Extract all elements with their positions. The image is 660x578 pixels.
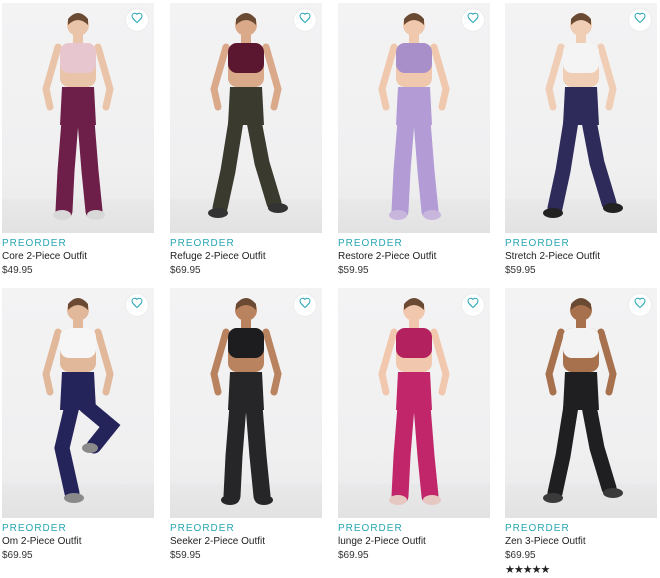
favorite-button[interactable] (126, 9, 148, 31)
product-image[interactable] (338, 288, 490, 518)
favorite-button[interactable] (126, 294, 148, 316)
product-card[interactable]: PREORDER Om 2-Piece Outfit $69.95 (2, 288, 154, 561)
heart-outline-icon (634, 11, 646, 29)
product-card[interactable]: PREORDER Seeker 2-Piece Outfit $59.95 (170, 288, 322, 561)
product-image[interactable] (505, 288, 657, 518)
preorder-label: PREORDER (505, 523, 570, 534)
heart-outline-icon (467, 11, 479, 29)
product-image[interactable] (2, 3, 154, 233)
product-name[interactable]: Refuge 2-Piece Outfit (170, 251, 322, 262)
heart-outline-icon (131, 296, 143, 314)
preorder-label: PREORDER (170, 238, 235, 249)
product-image[interactable] (338, 3, 490, 233)
heart-outline-icon (299, 11, 311, 29)
preorder-label: PREORDER (338, 238, 403, 249)
product-name[interactable]: Restore 2-Piece Outfit (338, 251, 490, 262)
heart-outline-icon (131, 11, 143, 29)
product-name[interactable]: Om 2-Piece Outfit (2, 536, 154, 547)
favorite-button[interactable] (629, 9, 651, 31)
heart-outline-icon (634, 296, 646, 314)
preorder-label: PREORDER (338, 523, 403, 534)
product-price: $59.95 (170, 550, 201, 561)
preorder-label: PREORDER (2, 238, 67, 249)
preorder-label: PREORDER (505, 238, 570, 249)
product-price: $59.95 (505, 265, 536, 276)
product-image[interactable] (170, 3, 322, 233)
product-name[interactable]: Stretch 2-Piece Outfit (505, 251, 657, 262)
product-price: $59.95 (338, 265, 369, 276)
favorite-button[interactable] (629, 294, 651, 316)
product-name[interactable]: Seeker 2-Piece Outfit (170, 536, 322, 547)
product-price: $69.95 (170, 265, 201, 276)
favorite-button[interactable] (294, 294, 316, 316)
product-image[interactable] (170, 288, 322, 518)
product-name[interactable]: lunge 2-Piece Outfit (338, 536, 490, 547)
product-price: $69.95 (2, 550, 33, 561)
product-card[interactable]: PREORDER Stretch 2-Piece Outfit $59.95 (505, 3, 657, 276)
product-card[interactable]: PREORDER Restore 2-Piece Outfit $59.95 (338, 3, 490, 276)
preorder-label: PREORDER (170, 523, 235, 534)
favorite-button[interactable] (294, 9, 316, 31)
favorite-button[interactable] (462, 9, 484, 31)
product-image[interactable] (505, 3, 657, 233)
product-card[interactable]: PREORDER Refuge 2-Piece Outfit $69.95 (170, 3, 322, 276)
heart-outline-icon (467, 296, 479, 314)
favorite-button[interactable] (462, 294, 484, 316)
heart-outline-icon (299, 296, 311, 314)
product-card[interactable]: PREORDER Core 2-Piece Outfit $49.95 (2, 3, 154, 276)
product-card[interactable]: PREORDER Zen 3-Piece Outfit $69.95 ★★★★★ (505, 288, 657, 576)
rating-stars: ★★★★★ (505, 564, 550, 576)
preorder-label: PREORDER (2, 523, 67, 534)
product-price: $49.95 (2, 265, 33, 276)
product-card[interactable]: PREORDER lunge 2-Piece Outfit $69.95 (338, 288, 490, 561)
product-name[interactable]: Core 2-Piece Outfit (2, 251, 154, 262)
product-price: $69.95 (505, 550, 536, 561)
product-image[interactable] (2, 288, 154, 518)
product-name[interactable]: Zen 3-Piece Outfit (505, 536, 657, 547)
product-price: $69.95 (338, 550, 369, 561)
